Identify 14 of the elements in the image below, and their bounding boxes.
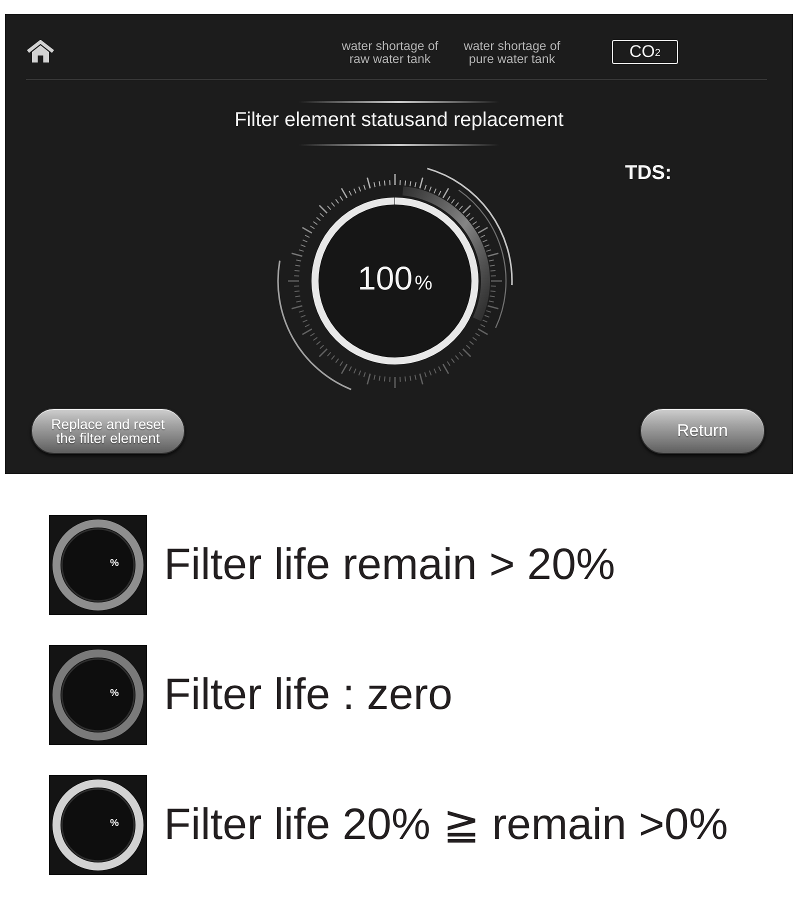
percent-sign: %	[110, 819, 119, 829]
screen-title: Filter element statusand replacement	[234, 108, 564, 132]
return-button[interactable]: Return	[640, 408, 765, 454]
status-label: water shortage of raw water tank	[340, 40, 440, 66]
legend-text: Filter life : zero	[164, 670, 453, 720]
home-icon[interactable]	[26, 40, 55, 63]
percent-sign: %	[110, 689, 119, 699]
percent-reading: 100%	[358, 260, 432, 298]
tds-label: TDS:	[625, 163, 672, 183]
percent-sign: %	[110, 559, 119, 569]
legend-text: Filter life remain > 20%	[164, 540, 616, 590]
reset-filter-button[interactable]: Replace and reset the filter element	[31, 408, 185, 454]
legend-text: Filter life 20% ≧ remain >0%	[164, 800, 728, 850]
status-label: water shortage of pure water tank	[462, 40, 562, 66]
